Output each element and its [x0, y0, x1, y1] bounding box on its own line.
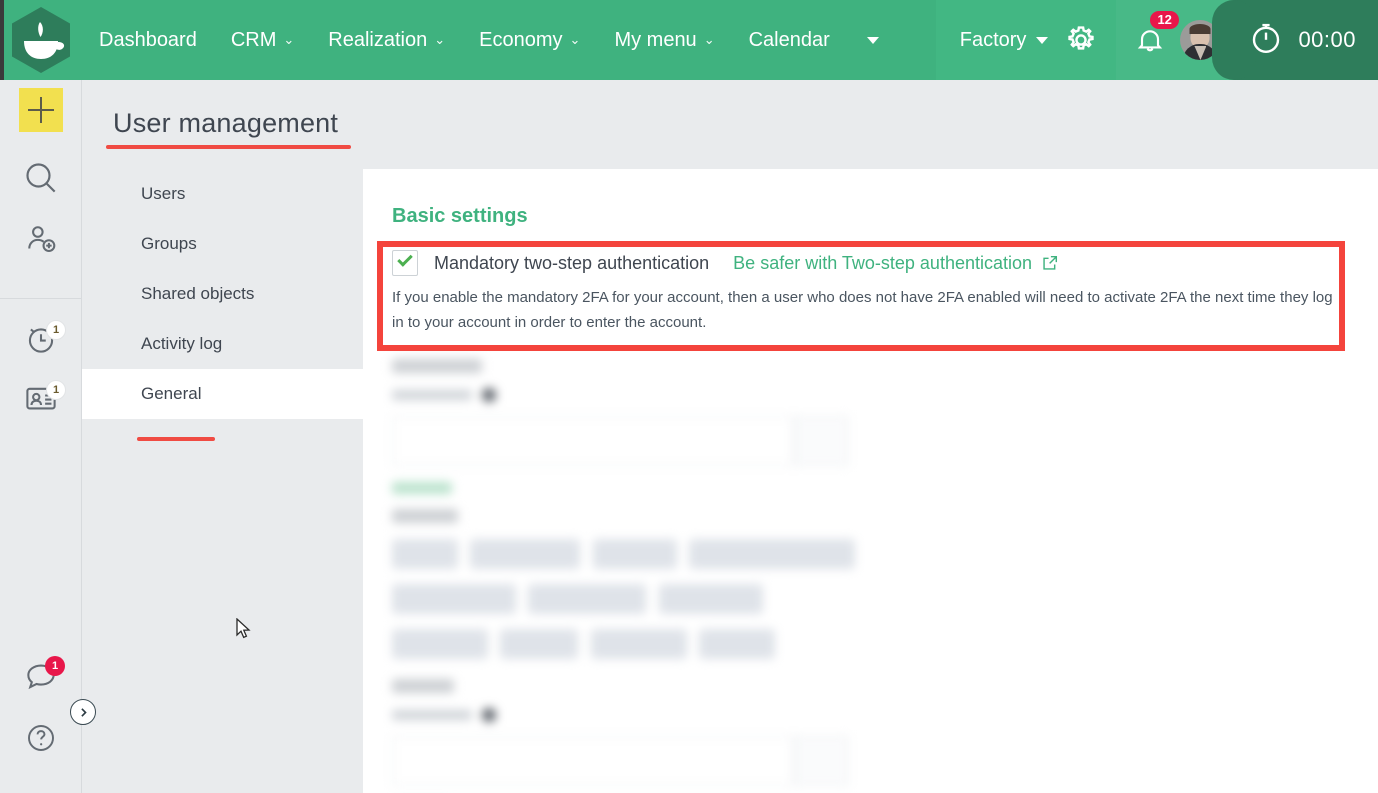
nav-item-label: Calendar	[748, 28, 830, 51]
expand-sidebar-button[interactable]	[70, 699, 96, 725]
subnav-item-general[interactable]: General	[82, 369, 363, 419]
timer-segment: 00:00	[1212, 0, 1378, 80]
notifications-button[interactable]: 12	[1134, 11, 1179, 56]
mandatory-2fa-label: Mandatory two-step authentication	[434, 252, 710, 273]
contacts-button[interactable]: 1	[0, 368, 82, 428]
mandatory-2fa-description: If you enable the mandatory 2FA for your…	[392, 289, 1333, 331]
factory-label: Factory	[959, 28, 1027, 51]
chevron-down-icon: ⌄	[703, 32, 715, 47]
top-navigation-bar: Dashboard CRM ⌄ Realization ⌄ Economy ⌄ …	[0, 0, 1378, 80]
reminders-badge: 1	[46, 320, 66, 340]
subnav-item-label: Groups	[141, 234, 197, 253]
mandatory-2fa-header: Mandatory two-step authentication Be saf…	[392, 250, 1352, 276]
factory-selector[interactable]: Factory	[960, 29, 1049, 52]
chat-badge: 1	[45, 656, 65, 676]
page-title: User management	[113, 108, 339, 138]
rail-divider	[0, 298, 81, 299]
page-title-annotation-underline	[106, 145, 351, 149]
chevron-down-icon: ⌄	[569, 32, 581, 47]
nav-more-button[interactable]	[847, 0, 899, 80]
subnav-item-label: Shared objects	[141, 284, 255, 303]
search-button[interactable]	[0, 148, 82, 208]
mandatory-2fa-checkbox[interactable]	[392, 250, 418, 276]
subnav-item-activity-log[interactable]: Activity log	[82, 319, 363, 369]
stopwatch-icon[interactable]	[1248, 20, 1284, 61]
general-settings-panel: Basic settings Mandatory two-step authen…	[363, 169, 1378, 793]
nav-item-label: Economy	[479, 28, 563, 51]
nav-item-realization[interactable]: Realization ⌄	[311, 0, 462, 80]
window-left-edge	[0, 0, 4, 80]
nav-item-label: My menu	[614, 28, 697, 51]
nav-item-my-menu[interactable]: My menu ⌄	[597, 0, 731, 80]
nav-item-dashboard[interactable]: Dashboard	[82, 0, 214, 80]
nav-item-calendar[interactable]: Calendar	[732, 0, 847, 80]
external-link-icon	[1043, 255, 1058, 270]
chevron-down-icon	[1036, 36, 1049, 44]
section-title: Basic settings	[392, 205, 528, 227]
mandatory-2fa-setting: Mandatory two-step authentication Be saf…	[392, 250, 1352, 335]
subnav-active-annotation-underline	[137, 437, 215, 441]
check-icon	[397, 251, 413, 267]
settings-subnav: Users Groups Shared objects Activity log…	[82, 169, 363, 793]
obscured-section-companies	[392, 359, 1352, 494]
timer-value: 00:00	[1298, 27, 1356, 52]
subnav-item-groups[interactable]: Groups	[82, 219, 363, 269]
reminders-button[interactable]: 1	[0, 308, 82, 368]
plus-icon	[19, 88, 63, 132]
chevron-right-icon	[80, 707, 87, 717]
question-circle-icon	[28, 725, 54, 751]
add-button[interactable]	[0, 80, 82, 140]
chevron-down-icon: ⌄	[283, 32, 295, 47]
chevron-down-icon: ⌄	[434, 32, 446, 47]
nav-item-crm[interactable]: CRM ⌄	[214, 0, 311, 80]
obscured-section-tags	[392, 509, 1352, 674]
subnav-item-label: General	[141, 384, 202, 403]
subnav-item-label: Users	[141, 184, 186, 203]
subnav-item-users[interactable]: Users	[82, 169, 363, 219]
contacts-badge: 1	[46, 380, 66, 400]
search-icon	[26, 163, 56, 193]
app-logo[interactable]	[0, 0, 82, 80]
chat-button[interactable]: 1	[0, 646, 82, 706]
help-button[interactable]	[0, 708, 82, 768]
nav-item-label: Realization	[328, 28, 428, 51]
notification-badge: 12	[1150, 11, 1179, 29]
two-step-authentication-link-label: Be safer with Two-step authentication	[733, 252, 1033, 273]
main-nav: Dashboard CRM ⌄ Realization ⌄ Economy ⌄ …	[82, 0, 899, 80]
chevron-down-icon	[866, 36, 879, 44]
nav-item-label: CRM	[230, 28, 277, 51]
subnav-item-shared-objects[interactable]: Shared objects	[82, 269, 363, 319]
left-icon-rail: 1 1 1	[0, 80, 82, 793]
bowl-leaf-logo-icon	[10, 6, 72, 74]
add-user-button[interactable]	[0, 208, 82, 268]
user-add-icon	[28, 226, 56, 253]
two-step-authentication-link[interactable]: Be safer with Two-step authentication	[733, 253, 1059, 274]
factory-segment: Factory	[935, 0, 1117, 80]
gear-icon[interactable]	[1064, 23, 1098, 57]
nav-item-label: Dashboard	[99, 28, 197, 51]
subnav-item-label: Activity log	[141, 334, 223, 353]
obscured-section-regions	[392, 679, 1352, 793]
nav-item-economy[interactable]: Economy ⌄	[462, 0, 597, 80]
top-bar-right-cluster: Factory 12 00:00	[935, 0, 1378, 80]
